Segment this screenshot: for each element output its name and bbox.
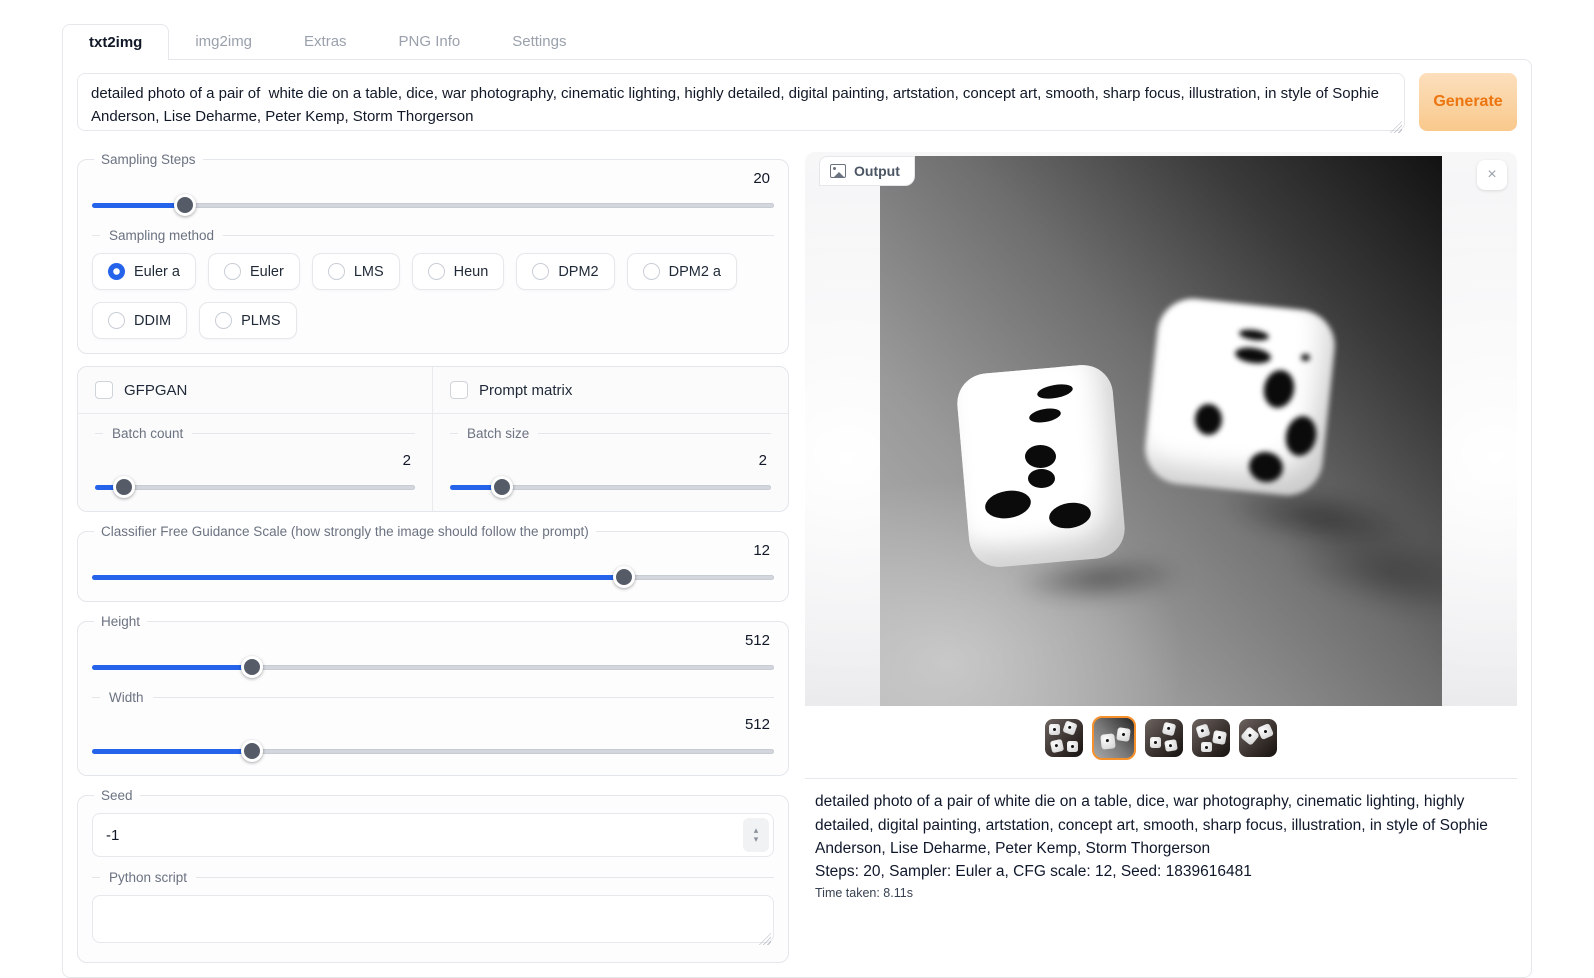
cfg-panel: Classifier Free Guidance Scale (how stro… <box>77 524 789 602</box>
radio-dot <box>224 263 241 280</box>
radio-dot <box>215 312 232 329</box>
radio-dot <box>108 263 125 280</box>
sampling-steps-slider[interactable] <box>92 195 774 215</box>
settings-column: Sampling Steps 20 Sampling method Euler … <box>77 152 789 963</box>
prompt-input[interactable]: detailed photo of a pair of white die on… <box>77 73 1405 131</box>
die-right <box>1151 304 1329 490</box>
dimensions-panel: Height 512 Width 512 <box>77 614 789 776</box>
generated-image[interactable] <box>880 156 1442 706</box>
number-spinner[interactable]: ▴ ▾ <box>743 818 769 852</box>
caption-params: Steps: 20, Sampler: Euler a, CFG scale: … <box>815 863 1501 881</box>
batch-size-value: 2 <box>450 451 771 477</box>
caption-time-taken: Time taken: 8.11s <box>815 886 1501 900</box>
tab-extras[interactable]: Extras <box>278 24 373 59</box>
width-label: Width <box>92 690 774 705</box>
batch-size-label: Batch size <box>450 426 771 441</box>
caption-prompt: detailed photo of a pair of white die on… <box>815 790 1501 861</box>
thumbnail-1[interactable] <box>1045 719 1083 757</box>
radio-dpm2-a[interactable]: DPM2 a <box>627 253 737 290</box>
slider-thumb[interactable] <box>174 194 196 216</box>
slider-thumb[interactable] <box>491 476 513 498</box>
batch-size-slider[interactable] <box>450 477 771 497</box>
slider-thumb[interactable] <box>113 476 135 498</box>
slider-thumb[interactable] <box>613 566 635 588</box>
cfg-label: Classifier Free Guidance Scale (how stro… <box>94 524 596 539</box>
spinner-down-icon[interactable]: ▾ <box>754 835 759 844</box>
radio-heun[interactable]: Heun <box>412 253 505 290</box>
cfg-slider[interactable] <box>92 567 774 587</box>
thumbnail-5[interactable] <box>1239 719 1277 757</box>
seed-input[interactable] <box>92 813 774 857</box>
checkbox-icon <box>95 381 113 399</box>
radio-dot <box>532 263 549 280</box>
seed-panel: Seed ▴ ▾ Python script <box>77 788 789 963</box>
seed-label: Seed <box>94 788 140 803</box>
txt2img-panel: detailed photo of a pair of white die on… <box>62 59 1532 978</box>
sampling-method-group: Euler a Euler LMS Heun DPM2 DPM2 a DDIM … <box>92 253 774 339</box>
radio-dpm2[interactable]: DPM2 <box>516 253 614 290</box>
slider-thumb[interactable] <box>241 740 263 762</box>
tab-bar: txt2img img2img Extras PNG Info Settings <box>62 22 1532 59</box>
python-script-input[interactable] <box>92 895 774 943</box>
output-caption: detailed photo of a pair of white die on… <box>805 778 1517 914</box>
options-panel: GFPGAN Prompt matrix Batch count 2 <box>77 366 789 512</box>
slider-thumb[interactable] <box>241 656 263 678</box>
image-icon <box>830 164 846 178</box>
radio-ddim[interactable]: DDIM <box>92 302 187 339</box>
sampling-method-label: Sampling method <box>92 228 774 243</box>
radio-dot <box>108 312 125 329</box>
output-stage: Output × <box>805 152 1517 706</box>
batch-count-label: Batch count <box>95 426 415 441</box>
prompt-matrix-checkbox[interactable]: Prompt matrix <box>450 381 771 399</box>
height-label: Height <box>94 614 147 629</box>
tab-txt2img[interactable]: txt2img <box>62 24 169 60</box>
cfg-value: 12 <box>92 541 774 567</box>
radio-dot <box>328 263 345 280</box>
thumbnail-2-selected[interactable] <box>1092 716 1136 760</box>
app-window: txt2img img2img Extras PNG Info Settings… <box>62 22 1532 978</box>
sampling-panel: Sampling Steps 20 Sampling method Euler … <box>77 152 789 354</box>
width-slider[interactable] <box>92 741 774 761</box>
tab-img2img[interactable]: img2img <box>169 24 278 59</box>
close-icon[interactable]: × <box>1477 160 1507 190</box>
radio-euler[interactable]: Euler <box>208 253 300 290</box>
batch-count-slider[interactable] <box>95 477 415 497</box>
radio-dot <box>428 263 445 280</box>
prompt-row: detailed photo of a pair of white die on… <box>77 73 1517 136</box>
output-label: Output <box>854 163 900 179</box>
radio-euler-a[interactable]: Euler a <box>92 253 196 290</box>
width-value: 512 <box>92 715 774 741</box>
die-left <box>963 369 1119 563</box>
generate-button[interactable]: Generate <box>1419 73 1517 131</box>
height-value: 512 <box>92 631 774 657</box>
gallery-thumbnails <box>805 714 1517 762</box>
checkbox-icon <box>450 381 468 399</box>
height-slider[interactable] <box>92 657 774 677</box>
thumbnail-3[interactable] <box>1145 719 1183 757</box>
radio-plms[interactable]: PLMS <box>199 302 297 339</box>
output-header: Output <box>819 156 915 186</box>
sampling-steps-label: Sampling Steps <box>94 152 203 167</box>
thumbnail-4[interactable] <box>1192 719 1230 757</box>
batch-count-value: 2 <box>95 451 415 477</box>
radio-dot <box>643 263 660 280</box>
tab-png-info[interactable]: PNG Info <box>373 24 487 59</box>
sampling-steps-value: 20 <box>92 169 774 195</box>
tab-settings[interactable]: Settings <box>486 24 592 59</box>
radio-lms[interactable]: LMS <box>312 253 400 290</box>
python-script-box <box>92 895 774 948</box>
prompt-box: detailed photo of a pair of white die on… <box>77 73 1405 136</box>
gfpgan-checkbox[interactable]: GFPGAN <box>95 381 415 399</box>
output-column: Output × <box>805 152 1517 963</box>
python-script-label: Python script <box>92 870 774 885</box>
